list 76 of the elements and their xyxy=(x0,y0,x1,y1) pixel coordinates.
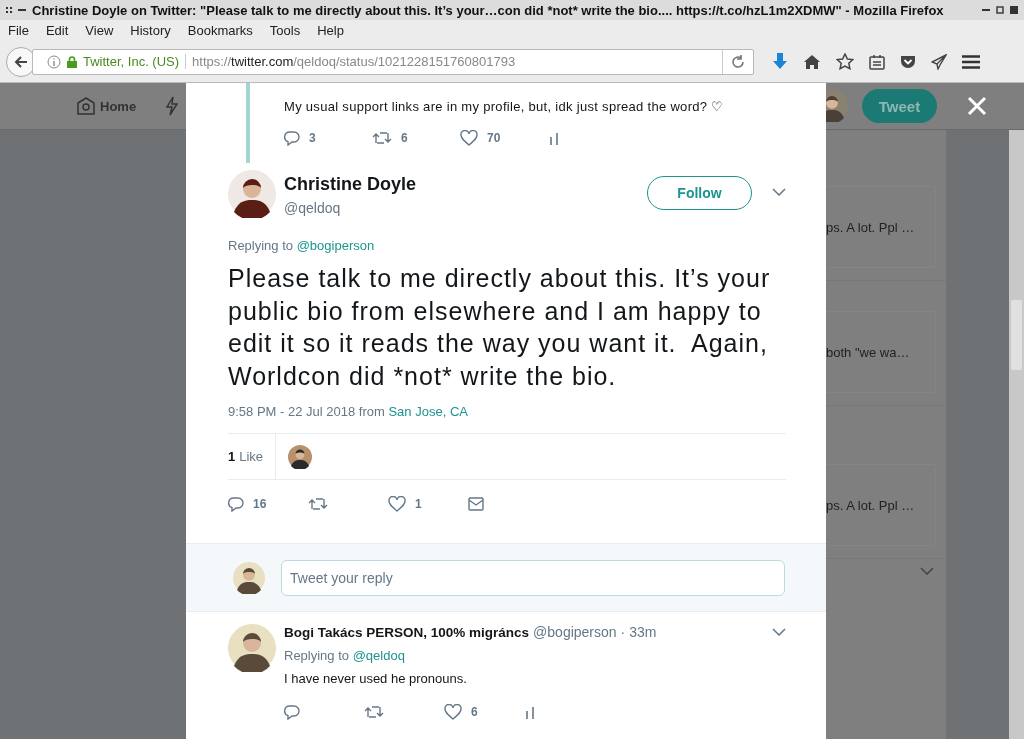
menu-icon[interactable] xyxy=(962,54,980,69)
replying-label: Replying to xyxy=(284,648,350,663)
tweet-text: My usual support links are in my profile, but, idk just spread the word? ♡ xyxy=(284,99,724,114)
close-icon[interactable] xyxy=(967,96,987,116)
site-identity: Twitter, Inc. (US) xyxy=(83,54,187,69)
scrollbar[interactable] xyxy=(1009,130,1024,739)
minus-icon xyxy=(18,6,26,14)
reload-icon[interactable] xyxy=(731,54,745,69)
retweet-icon[interactable] xyxy=(372,130,392,146)
location-link[interactable]: San Jose, CA xyxy=(388,404,468,419)
retweet-icon[interactable] xyxy=(364,704,384,720)
count: 6 xyxy=(401,131,408,145)
bar-chart-icon[interactable] xyxy=(548,131,560,145)
count: 6 xyxy=(471,705,478,719)
count: 16 xyxy=(253,497,267,511)
avatar[interactable] xyxy=(228,624,276,672)
address-bar[interactable]: Twitter, Inc. (US) https://twitter.com/qeldoq/status/1021228151760801793 xyxy=(32,48,754,75)
home-icon[interactable] xyxy=(803,53,821,70)
envelope-icon[interactable] xyxy=(468,497,484,511)
author-name[interactable]: Bogi Takács PERSON, 100% migráncs xyxy=(284,624,530,640)
menu-item[interactable]: History xyxy=(122,23,180,38)
retweet-icon[interactable] xyxy=(308,496,328,512)
card-text: both "we wa… xyxy=(826,344,910,360)
reply-icon[interactable] xyxy=(228,496,244,512)
lock-icon xyxy=(67,55,77,68)
card-text: ps. A lot. Ppl … xyxy=(826,497,915,513)
menu-item[interactable]: View xyxy=(77,23,123,38)
reply-icon[interactable] xyxy=(284,704,300,720)
avatar[interactable] xyxy=(288,444,313,469)
grip-icon xyxy=(6,6,12,14)
separator: · xyxy=(620,624,626,640)
author-name[interactable]: Christine Doyle xyxy=(284,174,417,195)
reading-list-icon[interactable] xyxy=(869,53,885,70)
count: 1 xyxy=(415,497,422,511)
menu-item[interactable]: Help xyxy=(309,23,353,38)
bar-chart-icon[interactable] xyxy=(524,705,536,719)
menu-item[interactable]: Bookmarks xyxy=(179,23,262,38)
home-link[interactable]: Home xyxy=(100,98,137,114)
replying-label: Replying to xyxy=(228,238,294,253)
menu-item[interactable]: Tools xyxy=(261,23,310,38)
chevron-down-icon[interactable] xyxy=(772,628,786,636)
chevron-down-icon[interactable] xyxy=(772,188,786,196)
like-count[interactable]: 1 Like xyxy=(228,434,277,479)
reply-field[interactable]: Tweet your reply xyxy=(281,559,785,596)
follow-button[interactable]: Follow xyxy=(647,176,752,210)
send-icon[interactable] xyxy=(931,53,947,70)
heart-icon[interactable] xyxy=(388,496,406,512)
author-handle[interactable]: @qeldoq xyxy=(284,200,417,216)
timestamp: 9:58 PM - 22 Jul 2018 from xyxy=(228,404,385,419)
minimize-icon[interactable] xyxy=(982,6,990,14)
reply-icon[interactable] xyxy=(284,130,300,146)
count: 70 xyxy=(487,131,501,145)
window-title: Christine Doyle on Twitter: "Please talk to me directly about this. It’s your…con did *not* write the bio.... https://t.co/hzL1m2XDMW" - Mozilla Firefox xyxy=(32,2,945,18)
avatar[interactable] xyxy=(228,170,276,218)
star-icon[interactable] xyxy=(836,53,854,70)
lightning-icon[interactable] xyxy=(166,96,179,116)
menu-item[interactable]: Edit xyxy=(37,23,78,38)
tweet-text: Please talk to me directly about this. It’s your public bio from elsewhere and I am happy to edit it so it reads the way you want it. Again, Worldcon did *not* write the bio. xyxy=(228,263,772,392)
heart-icon[interactable] xyxy=(444,704,462,720)
heart-icon[interactable] xyxy=(460,130,478,146)
back-arrow-icon xyxy=(14,54,28,69)
timestamp[interactable]: 33m xyxy=(629,624,657,640)
chevron-down-icon[interactable] xyxy=(920,567,934,575)
avatar[interactable] xyxy=(233,561,265,594)
download-icon[interactable] xyxy=(772,52,788,71)
mention-link[interactable]: @qeldoq xyxy=(352,648,405,663)
tweet-text: I have never used he pronouns. xyxy=(284,671,468,686)
url-text: https://twitter.com/qeldoq/status/1021228151760801793 xyxy=(192,54,517,69)
mention-link[interactable]: @bogiperson xyxy=(296,238,375,253)
menu-item[interactable]: File xyxy=(0,23,38,38)
count: 3 xyxy=(309,131,316,145)
restore-icon[interactable] xyxy=(996,6,1004,14)
info-icon xyxy=(47,54,61,69)
card-text: ps. A lot. Ppl … xyxy=(826,219,915,235)
pocket-icon[interactable] xyxy=(900,54,916,69)
author-handle[interactable]: @bogiperson xyxy=(533,624,617,640)
